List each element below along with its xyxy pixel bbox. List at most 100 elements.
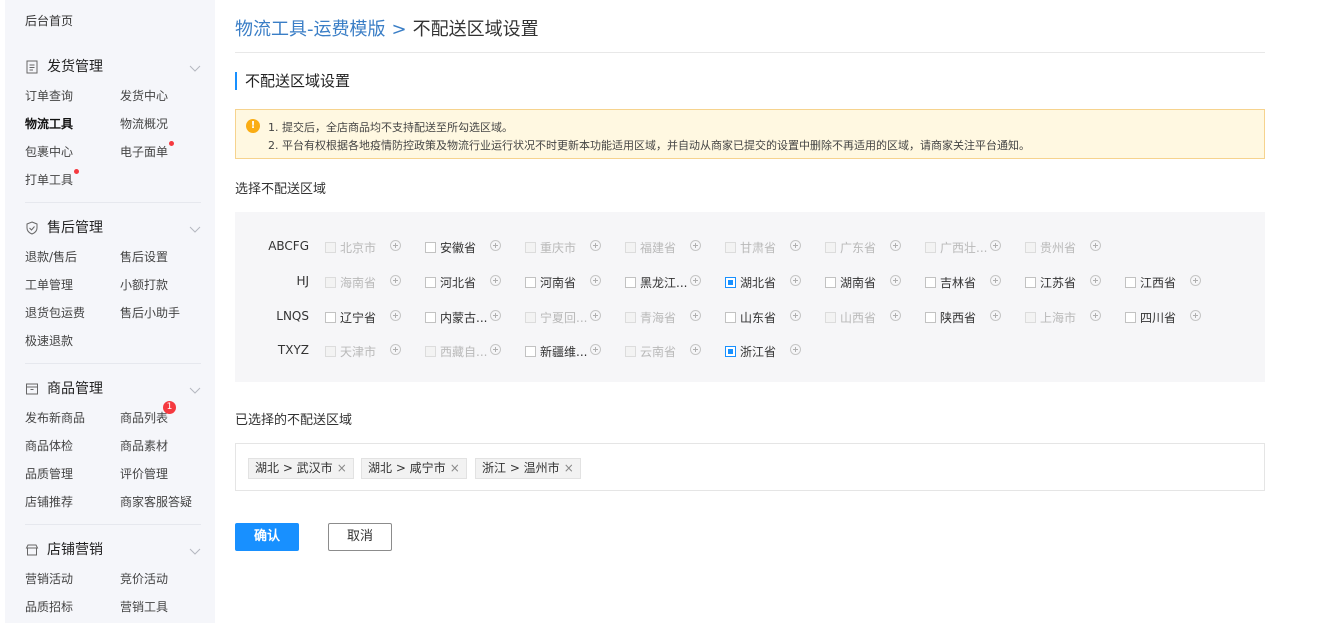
province-checkbox[interactable]: 山东省 [725, 309, 776, 325]
expand-plus-icon[interactable] [890, 275, 901, 286]
expand-plus-icon[interactable] [490, 310, 501, 321]
expand-plus-icon[interactable] [890, 310, 901, 321]
sidebar-item[interactable]: 营销工具 [120, 598, 168, 615]
confirm-button[interactable]: 确认 [235, 523, 299, 551]
expand-plus-icon[interactable] [590, 344, 601, 355]
expand-plus-icon[interactable] [490, 275, 501, 286]
sidebar-item[interactable]: 电子面单 [120, 141, 175, 160]
sidebar-item[interactable]: 评价管理 [120, 465, 168, 482]
province-checkbox[interactable]: 江苏省 [1025, 274, 1076, 290]
sidebar-home-link[interactable]: 后台首页 [25, 12, 73, 29]
checkbox[interactable] [925, 276, 936, 288]
checkbox[interactable] [325, 311, 336, 323]
chevron-down-icon[interactable] [189, 381, 201, 394]
province-checkbox[interactable]: 吉林省 [925, 274, 976, 290]
sidebar-item[interactable]: 商品体检 [25, 437, 73, 454]
chevron-down-icon[interactable] [189, 59, 201, 72]
expand-plus-icon[interactable] [590, 275, 601, 286]
expand-plus-icon[interactable] [390, 310, 401, 321]
close-icon[interactable]: × [564, 461, 574, 475]
checkbox[interactable] [625, 276, 636, 288]
checkbox[interactable] [925, 311, 936, 323]
chevron-down-icon[interactable] [189, 542, 201, 555]
chevron-down-icon[interactable] [189, 220, 201, 233]
sidebar-group-header[interactable]: 店铺营销 [25, 539, 201, 559]
expand-plus-icon[interactable] [790, 240, 801, 251]
province-checkbox[interactable]: 新疆维... [525, 343, 587, 359]
checkbox[interactable] [1025, 276, 1036, 288]
province-checkbox[interactable]: 河南省 [525, 274, 576, 290]
expand-plus-icon[interactable] [1090, 240, 1101, 251]
sidebar-group-header[interactable]: 售后管理 [25, 217, 201, 237]
sidebar-item[interactable]: 售后设置 [120, 248, 168, 265]
expand-plus-icon[interactable] [1090, 275, 1101, 286]
sidebar-item[interactable]: 极速退款 [25, 332, 73, 349]
expand-plus-icon[interactable] [490, 344, 501, 355]
sidebar-group-header[interactable]: 发货管理 [25, 56, 201, 76]
province-checkbox[interactable]: 江西省 [1125, 274, 1176, 290]
expand-plus-icon[interactable] [390, 240, 401, 251]
cancel-button[interactable]: 取消 [328, 523, 392, 551]
expand-plus-icon[interactable] [690, 275, 701, 286]
expand-plus-icon[interactable] [690, 344, 701, 355]
close-icon[interactable]: × [337, 461, 347, 475]
sidebar-item[interactable]: 物流概况 [120, 115, 168, 132]
province-checkbox[interactable]: 安徽省 [425, 239, 476, 255]
sidebar-item[interactable]: 包裹中心 [25, 143, 73, 160]
sidebar-item[interactable]: 品质管理 [25, 465, 73, 482]
expand-plus-icon[interactable] [590, 240, 601, 251]
sidebar-item[interactable]: 售后小助手 [120, 304, 180, 321]
province-checkbox[interactable]: 黑龙江... [625, 274, 687, 290]
checkbox[interactable] [425, 276, 436, 288]
breadcrumb-parent-link[interactable]: 物流工具-运费模版 [235, 19, 386, 40]
sidebar-item[interactable]: 物流工具 [25, 115, 73, 132]
expand-plus-icon[interactable] [990, 275, 1001, 286]
province-checkbox[interactable]: 四川省 [1125, 309, 1176, 325]
province-checkbox[interactable]: 湖北省 [725, 274, 776, 290]
sidebar-item[interactable]: 退款/售后 [25, 248, 77, 265]
sidebar-item[interactable]: 品质招标 [25, 598, 73, 615]
expand-plus-icon[interactable] [690, 310, 701, 321]
checkbox[interactable] [725, 345, 736, 357]
checkbox[interactable] [1125, 311, 1136, 323]
expand-plus-icon[interactable] [1090, 310, 1101, 321]
sidebar-item[interactable]: 退货包运费 [25, 304, 85, 321]
sidebar-group-header[interactable]: 商品管理 [25, 378, 201, 398]
province-checkbox[interactable]: 陕西省 [925, 309, 976, 325]
expand-plus-icon[interactable] [990, 240, 1001, 251]
close-icon[interactable]: × [450, 461, 460, 475]
checkbox[interactable] [425, 241, 436, 253]
sidebar-item[interactable]: 发货中心 [120, 87, 168, 104]
expand-plus-icon[interactable] [790, 275, 801, 286]
province-checkbox[interactable]: 内蒙古... [425, 309, 487, 325]
sidebar-item[interactable]: 商品素材 [120, 437, 168, 454]
sidebar-item[interactable]: 小额打款 [120, 276, 168, 293]
province-checkbox[interactable]: 辽宁省 [325, 309, 376, 325]
checkbox[interactable] [525, 345, 536, 357]
expand-plus-icon[interactable] [1190, 310, 1201, 321]
province-checkbox[interactable]: 浙江省 [725, 343, 776, 359]
checkbox[interactable] [525, 276, 536, 288]
sidebar-item[interactable]: 竞价活动 [120, 570, 168, 587]
expand-plus-icon[interactable] [690, 240, 701, 251]
checkbox[interactable] [725, 276, 736, 288]
expand-plus-icon[interactable] [790, 310, 801, 321]
expand-plus-icon[interactable] [890, 240, 901, 251]
sidebar-item[interactable]: 发布新商品 [25, 409, 85, 426]
sidebar-item[interactable]: 打单工具 [25, 169, 80, 188]
expand-plus-icon[interactable] [790, 344, 801, 355]
province-checkbox[interactable]: 湖南省 [825, 274, 876, 290]
expand-plus-icon[interactable] [590, 310, 601, 321]
expand-plus-icon[interactable] [1190, 275, 1201, 286]
sidebar-item[interactable]: 订单查询 [25, 87, 73, 104]
sidebar-item[interactable]: 商品列表 1 [120, 401, 177, 426]
checkbox[interactable] [425, 311, 436, 323]
sidebar-item[interactable]: 营销活动 [25, 570, 73, 587]
expand-plus-icon[interactable] [390, 275, 401, 286]
sidebar-item[interactable]: 店铺推荐 [25, 493, 73, 510]
checkbox[interactable] [825, 276, 836, 288]
province-checkbox[interactable]: 河北省 [425, 274, 476, 290]
checkbox[interactable] [725, 311, 736, 323]
checkbox[interactable] [1125, 276, 1136, 288]
sidebar-item[interactable]: 商家客服答疑 [120, 493, 192, 510]
